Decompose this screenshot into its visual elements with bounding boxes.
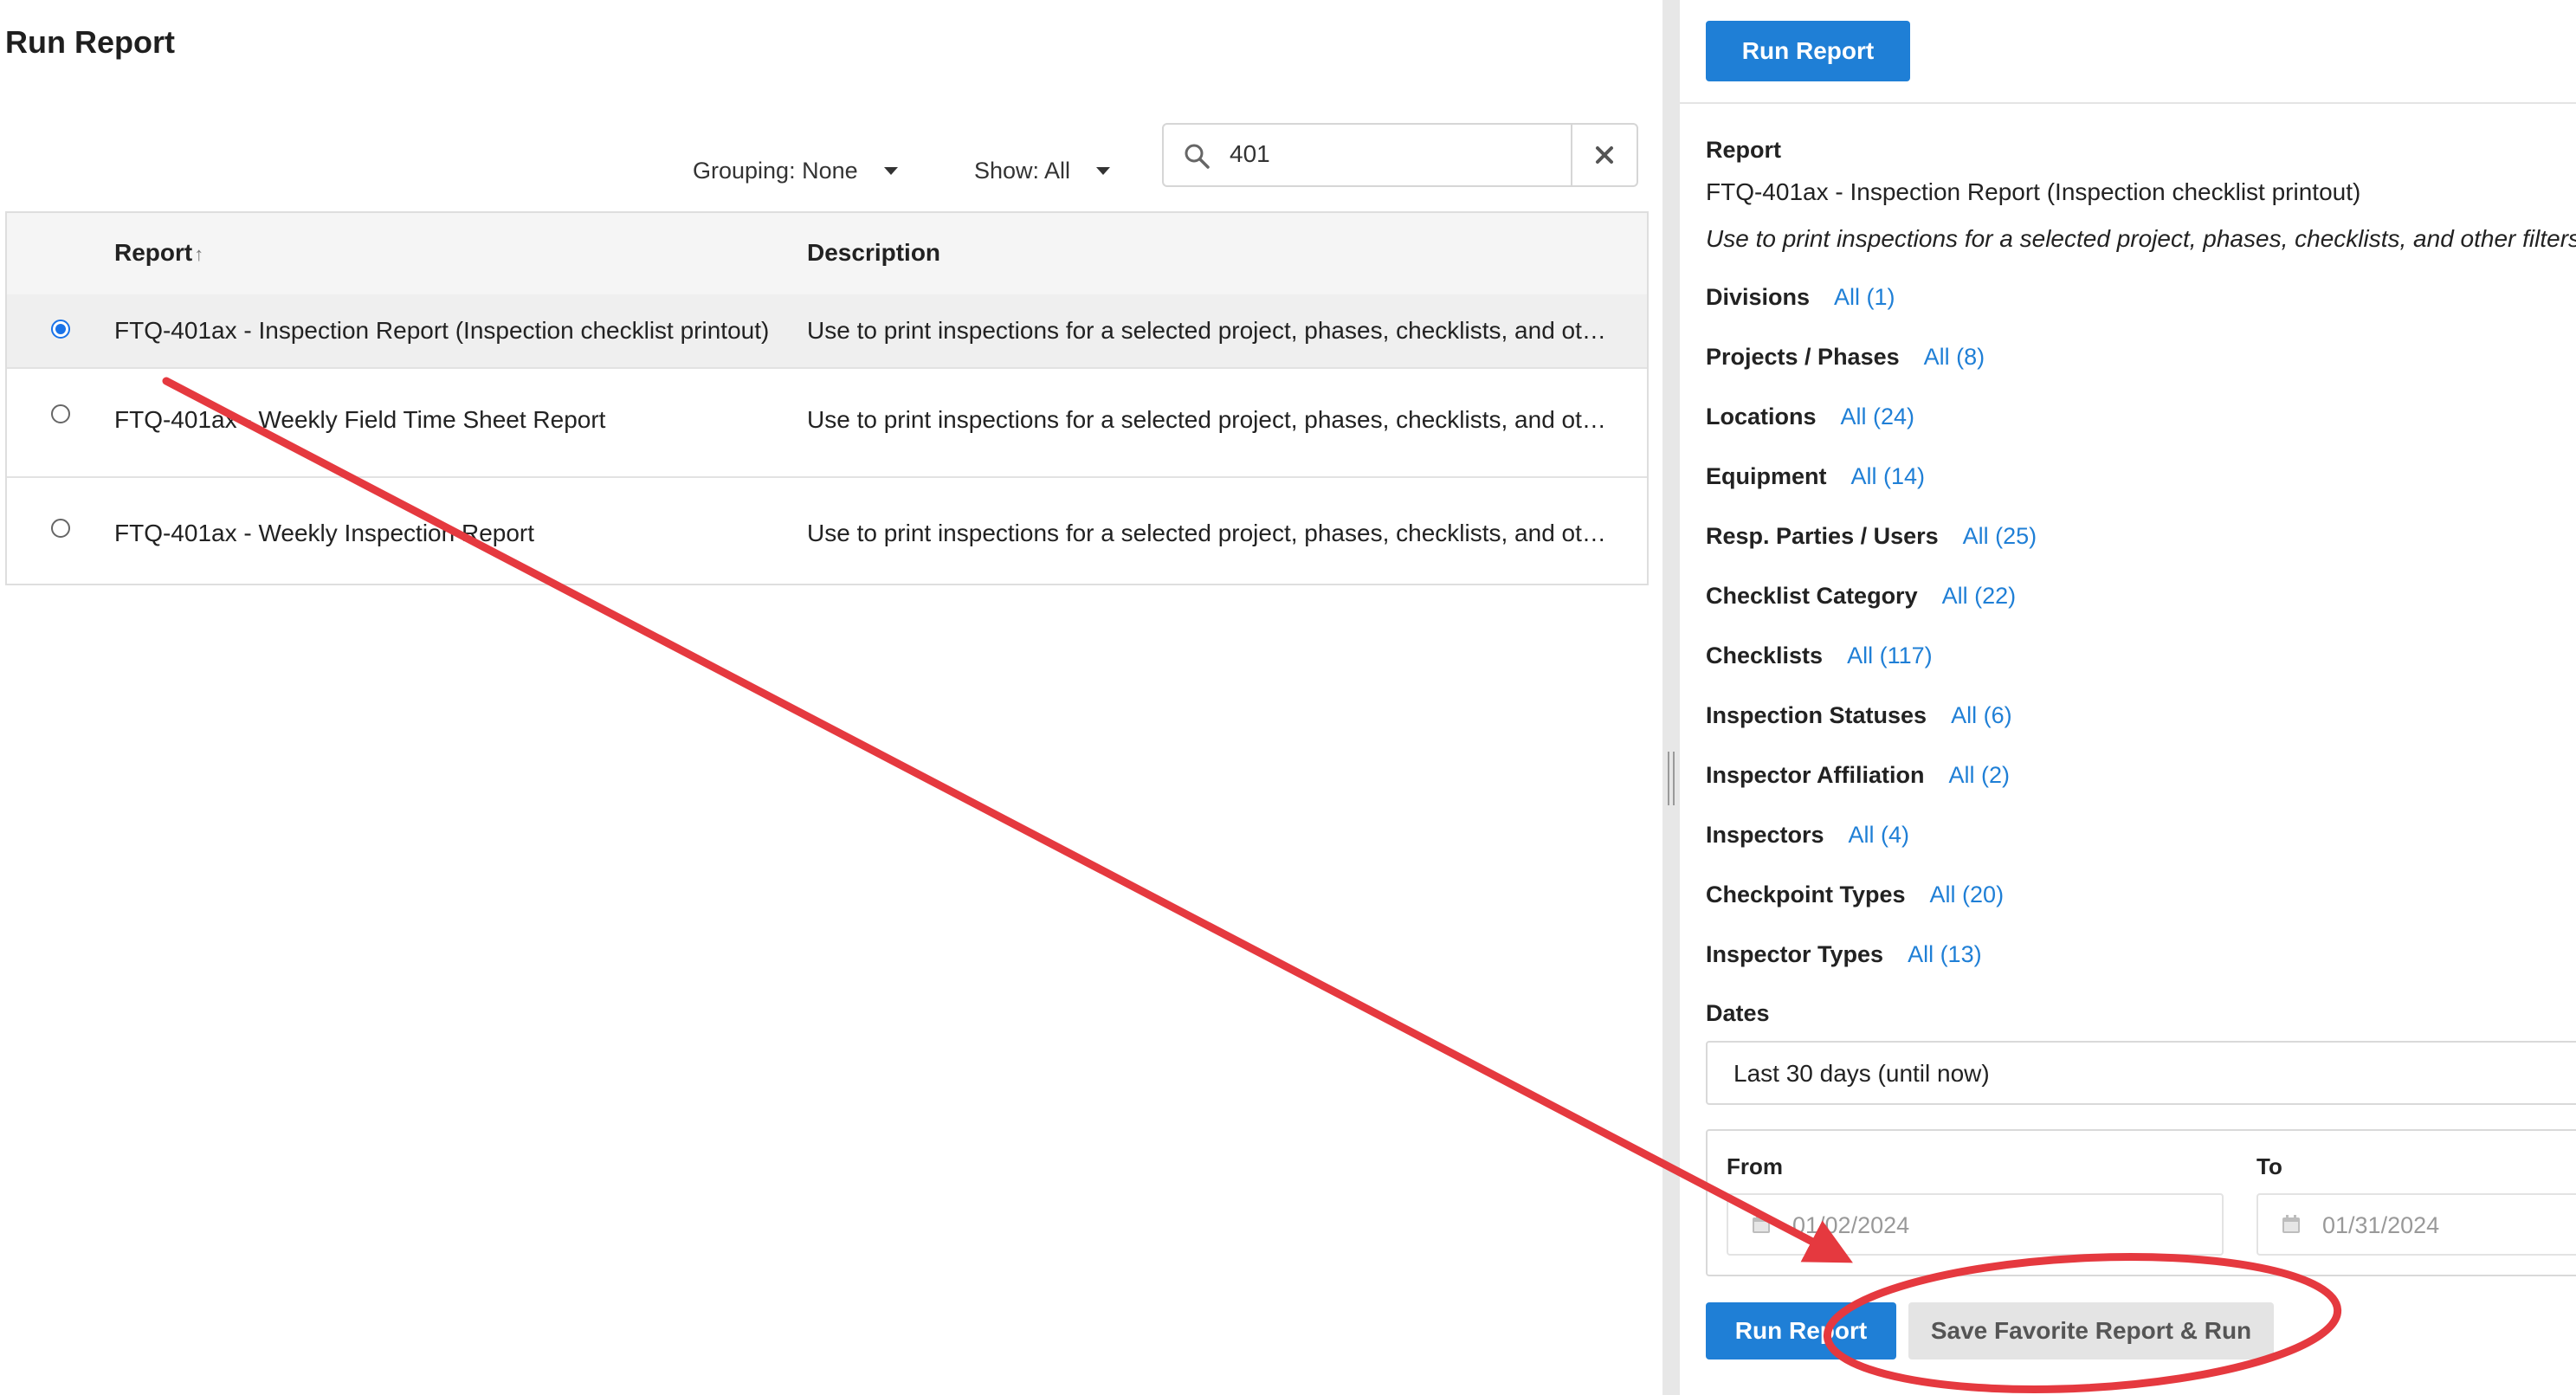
table-header: Report↑ Description	[7, 213, 1647, 296]
caret-down-icon	[883, 167, 898, 175]
filter-value-link[interactable]: All (1)	[1834, 284, 1895, 311]
filter-label: Inspector Affiliation	[1706, 762, 1925, 788]
table-row[interactable]: FTQ-401ax - Weekly Inspection Report Use…	[7, 476, 1647, 585]
filter-value-link[interactable]: All (20)	[1930, 882, 2005, 908]
dates-label: Dates	[1706, 1000, 1770, 1026]
from-label: From	[1727, 1153, 1783, 1179]
filter-label: Divisions	[1706, 284, 1811, 310]
page-title: Run Report	[5, 24, 175, 60]
filter-value-link[interactable]: All (4)	[1849, 822, 1910, 849]
search-icon	[1185, 144, 1210, 169]
row-radio[interactable]	[51, 320, 70, 339]
filter-value-link[interactable]: All (6)	[1951, 702, 2012, 729]
grouping-dropdown[interactable]: Grouping: None	[693, 158, 898, 184]
to-label: To	[2256, 1153, 2282, 1179]
date-range-box: From To 01/02/2024 01/31/2024	[1706, 1129, 2576, 1276]
filter-value-link[interactable]: All (8)	[1924, 344, 1985, 371]
sort-up-icon: ↑	[194, 243, 204, 265]
search-box[interactable]: 401	[1162, 123, 1638, 187]
from-date-value: 01/02/2024	[1792, 1212, 1910, 1238]
report-description: Use to print inspections for a selected …	[807, 317, 1606, 344]
to-date-value: 01/31/2024	[2322, 1212, 2440, 1238]
row-radio[interactable]	[51, 519, 70, 538]
filter-label: Checklist Category	[1706, 583, 1918, 609]
report-name: FTQ-401ax - Inspection Report (Inspectio…	[114, 317, 770, 344]
dates-select-value: Last 30 days (until now)	[1733, 1060, 1990, 1087]
from-date-input[interactable]: 01/02/2024	[1727, 1193, 2224, 1256]
filter-inspector-types: Inspector Types All (13)	[1706, 941, 1982, 968]
filter-checklists: Checklists All (117)	[1706, 643, 1933, 669]
run-report-button-top[interactable]: Run Report	[1706, 21, 1910, 81]
filter-label: Locations	[1706, 404, 1817, 429]
filter-inspectors: Inspectors All (4)	[1706, 822, 1909, 849]
clear-search-button[interactable]	[1571, 125, 1637, 185]
filter-value-link[interactable]: All (14)	[1851, 463, 1926, 490]
filter-value-link[interactable]: All (117)	[1847, 643, 1933, 669]
filter-inspector-affiliation: Inspector Affiliation All (2)	[1706, 762, 2010, 789]
table-row[interactable]: FTQ-401ax - Inspection Report (Inspectio…	[7, 294, 1647, 369]
calendar-icon	[1753, 1215, 1770, 1233]
filter-divisions: Divisions All (1)	[1706, 284, 1895, 311]
filter-label: Resp. Parties / Users	[1706, 523, 1939, 549]
panel-splitter[interactable]	[1662, 0, 1680, 1395]
report-description: Use to print inspections for a selected …	[807, 406, 1606, 433]
close-icon	[1596, 146, 1613, 164]
reports-table: Report↑ Description FTQ-401ax - Inspecti…	[5, 211, 1649, 585]
filter-label: Checklists	[1706, 643, 1824, 668]
filter-equipment: Equipment All (14)	[1706, 463, 1925, 490]
report-name: FTQ-401ax - Weekly Field Time Sheet Repo…	[114, 406, 606, 433]
row-radio[interactable]	[51, 404, 70, 423]
filter-value-link[interactable]: All (24)	[1841, 404, 1915, 430]
filter-checklist-category: Checklist Category All (22)	[1706, 583, 2016, 610]
column-header-report[interactable]: Report↑	[114, 239, 203, 267]
save-favorite-report-run-button[interactable]: Save Favorite Report & Run	[1908, 1302, 2274, 1359]
show-label: Show: All	[974, 158, 1071, 184]
selected-report-description: Use to print inspections for a selected …	[1706, 225, 2576, 252]
run-report-button-bottom[interactable]: Run Report	[1706, 1302, 1896, 1359]
report-description: Use to print inspections for a selected …	[807, 520, 1606, 546]
table-row[interactable]: FTQ-401ax - Weekly Field Time Sheet Repo…	[7, 367, 1647, 478]
filter-value-link[interactable]: All (25)	[1963, 523, 2037, 550]
column-header-description: Description	[807, 239, 941, 266]
search-input[interactable]: 401	[1230, 140, 1270, 168]
filter-value-link[interactable]: All (22)	[1942, 583, 2017, 610]
filter-label: Inspector Types	[1706, 941, 1884, 967]
show-dropdown[interactable]: Show: All	[974, 158, 1111, 184]
report-label: Report	[1706, 137, 1781, 163]
grouping-label: Grouping: None	[693, 158, 858, 184]
filter-label: Inspectors	[1706, 822, 1824, 848]
filter-checkpoint-types: Checkpoint Types All (20)	[1706, 882, 2004, 908]
caret-down-icon	[1096, 167, 1111, 175]
filter-value-link[interactable]: All (13)	[1908, 941, 1982, 968]
filter-inspection-statuses: Inspection Statuses All (6)	[1706, 702, 2012, 729]
dates-select[interactable]: Last 30 days (until now)	[1706, 1041, 2576, 1105]
column-header-report-label: Report	[114, 239, 193, 266]
filter-resp-parties-users: Resp. Parties / Users All (25)	[1706, 523, 2037, 550]
filter-value-link[interactable]: All (2)	[1949, 762, 2011, 789]
filter-label: Inspection Statuses	[1706, 702, 1927, 728]
filter-label: Checkpoint Types	[1706, 882, 1906, 907]
filter-label: Projects / Phases	[1706, 344, 1900, 370]
calendar-icon	[2282, 1215, 2300, 1233]
selected-report-name: FTQ-401ax - Inspection Report (Inspectio…	[1706, 178, 2361, 205]
filter-label: Equipment	[1706, 463, 1827, 489]
filter-projects-phases: Projects / Phases All (8)	[1706, 344, 1985, 371]
splitter-grip-icon	[1668, 752, 1675, 805]
report-name: FTQ-401ax - Weekly Inspection Report	[114, 520, 535, 546]
divider	[1680, 102, 2576, 104]
to-date-input[interactable]: 01/31/2024	[2256, 1193, 2576, 1256]
filter-locations: Locations All (24)	[1706, 404, 1914, 430]
